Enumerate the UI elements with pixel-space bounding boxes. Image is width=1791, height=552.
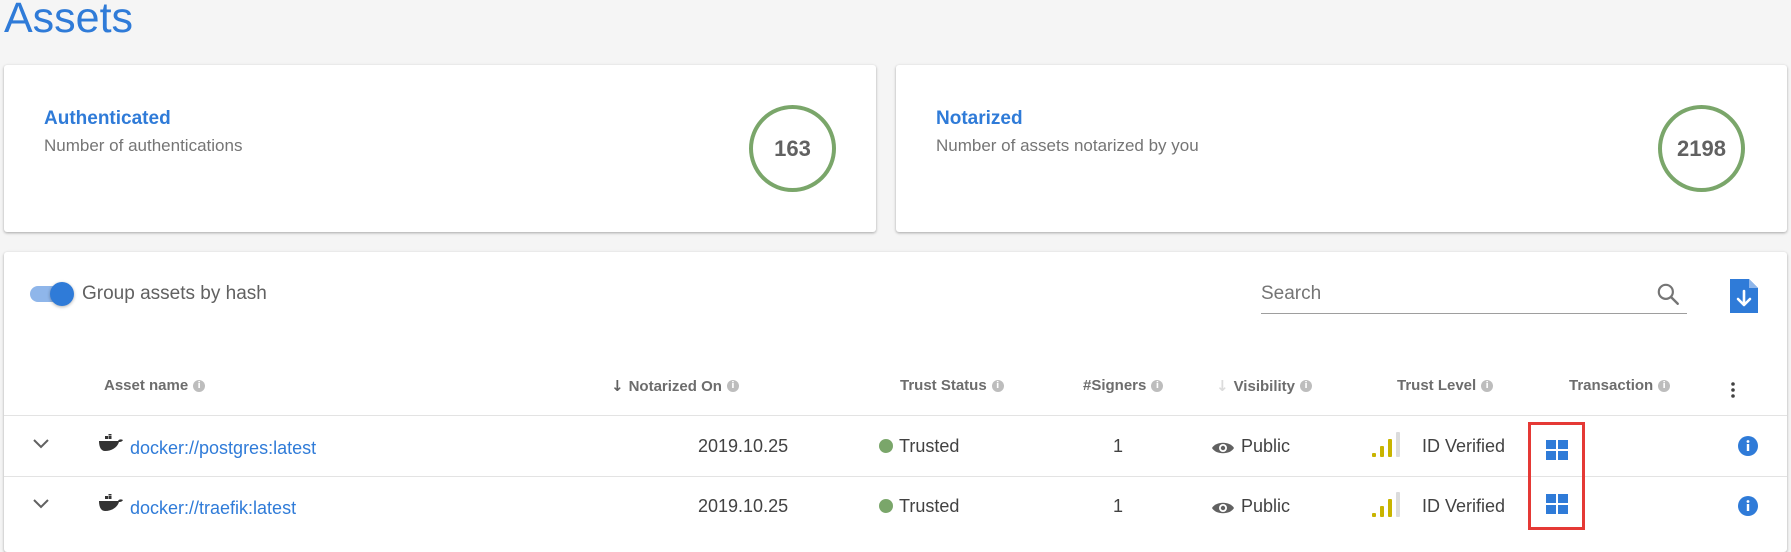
asset-name-link[interactable]: docker://traefik:latest: [130, 498, 296, 519]
stat-subtitle: Number of assets notarized by you: [936, 136, 1199, 155]
stat-title: Notarized: [936, 108, 1023, 129]
eye-icon: [1212, 502, 1234, 514]
trust-level-cell: ID Verified: [1422, 436, 1506, 456]
stat-card-authenticated: Authenticated Number of authentications …: [4, 65, 876, 232]
page-title: Assets: [4, 0, 134, 42]
trust-status-cell: Trusted: [879, 496, 959, 517]
trust-level-cell: ID Verified: [1422, 496, 1506, 516]
docker-whale-icon: [99, 434, 123, 451]
info-icon[interactable]: i: [193, 379, 206, 392]
trust-status-text: Trusted: [899, 496, 960, 516]
stat-value-ring: 163: [749, 105, 836, 192]
asset-name-link[interactable]: docker://postgres:latest: [130, 438, 316, 459]
notarized-on-cell: 2019.10.25: [698, 436, 789, 456]
trust-status-text: Trusted: [899, 436, 960, 456]
signers-cell: 1: [1113, 496, 1124, 516]
transaction-button[interactable]: [1528, 476, 1585, 537]
trust-status-cell: Trusted: [879, 436, 959, 457]
column-label: #Signers: [1083, 377, 1147, 394]
assets-table-card: Group assets by hash Asset name i ↓ Nota…: [4, 252, 1787, 552]
visibility-cell: Public: [1241, 436, 1291, 456]
column-header-transaction[interactable]: Transaction i: [1569, 377, 1671, 394]
signal-bars-icon: [1372, 432, 1400, 457]
chevron-down-icon[interactable]: [30, 436, 52, 452]
sort-arrow-icon: ↓: [611, 377, 624, 395]
table-row: docker://traefik:latest 2019.10.25 Trust…: [4, 476, 1787, 536]
signers-cell: 1: [1113, 436, 1124, 456]
column-label: Visibility: [1233, 377, 1295, 395]
stat-subtitle: Number of authentications: [44, 136, 243, 155]
table-row: docker://postgres:latest 2019.10.25 Trus…: [4, 416, 1787, 483]
stat-card-notarized: Notarized Number of assets notarized by …: [896, 65, 1787, 232]
signal-bars-icon: [1372, 492, 1400, 517]
column-header-visibility[interactable]: ↓ Visibility i: [1216, 377, 1312, 395]
search-box: [1261, 276, 1687, 314]
column-label: Trust Level: [1397, 377, 1477, 394]
stat-value-ring: 2198: [1658, 105, 1745, 192]
group-by-hash-toggle[interactable]: [28, 279, 76, 309]
column-label: Trust Status: [900, 377, 987, 394]
docker-whale-icon: [99, 494, 123, 511]
grid-icon: [1546, 494, 1568, 514]
info-icon[interactable]: i: [1151, 379, 1164, 392]
info-icon[interactable]: i: [726, 380, 739, 392]
eye-icon: [1212, 442, 1234, 454]
column-header-trust-level[interactable]: Trust Level i: [1397, 377, 1494, 394]
column-header-signers[interactable]: #Signers i: [1083, 377, 1164, 394]
info-icon[interactable]: i: [991, 379, 1004, 392]
grid-icon: [1546, 440, 1568, 460]
visibility-cell: Public: [1241, 496, 1291, 516]
column-header-trust-status[interactable]: Trust Status i: [900, 377, 1004, 394]
transaction-button[interactable]: [1528, 422, 1585, 483]
info-icon[interactable]: [1738, 436, 1758, 456]
search-icon[interactable]: [1655, 281, 1681, 307]
column-header-notarized-on[interactable]: ↓ Notarized On i: [611, 377, 739, 395]
column-header-asset-name[interactable]: Asset name i: [104, 377, 206, 394]
group-by-hash-label: Group assets by hash: [82, 283, 267, 304]
kebab-menu-icon[interactable]: [1729, 380, 1737, 400]
download-file-icon[interactable]: [1730, 279, 1758, 313]
info-icon[interactable]: [1738, 496, 1758, 516]
stat-title: Authenticated: [44, 108, 171, 129]
column-label: Transaction: [1569, 377, 1654, 394]
search-input[interactable]: [1261, 280, 1641, 308]
column-label: Notarized On: [628, 377, 722, 395]
trusted-status-icon: [879, 439, 893, 453]
info-icon[interactable]: i: [1658, 379, 1671, 392]
trusted-status-icon: [879, 499, 893, 513]
chevron-down-icon[interactable]: [30, 496, 52, 512]
info-icon[interactable]: i: [1300, 380, 1312, 392]
toggle-knob: [50, 282, 74, 306]
column-label: Asset name: [104, 377, 189, 394]
notarized-on-cell: 2019.10.25: [698, 496, 789, 516]
sort-arrow-icon: ↓: [1216, 377, 1229, 395]
info-icon[interactable]: i: [1481, 379, 1494, 392]
